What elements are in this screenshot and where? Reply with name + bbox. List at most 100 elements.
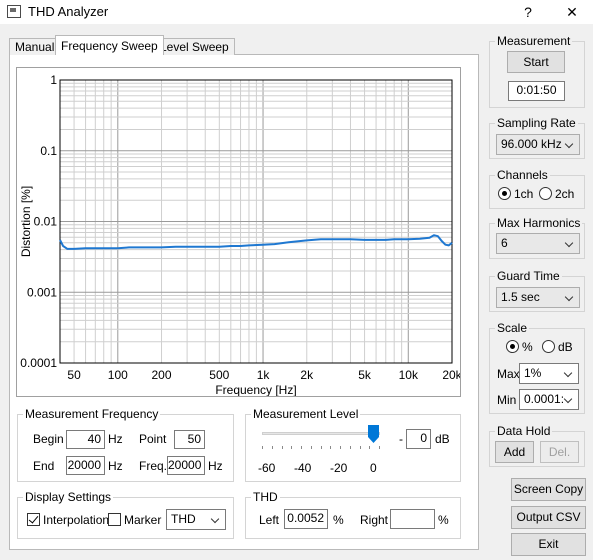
x-tick-label: 500 bbox=[209, 368, 229, 382]
slider-label-minus40: -40 bbox=[294, 461, 312, 475]
max-harmonics-title: Max Harmonics bbox=[495, 216, 583, 230]
measurement-frequency-title: Measurement Frequency bbox=[23, 407, 161, 421]
begin-unit: Hz bbox=[108, 432, 123, 446]
sampling-rate-title: Sampling Rate bbox=[495, 116, 578, 130]
freq-label: Freq. bbox=[139, 459, 168, 473]
scale-min-label: Min bbox=[497, 393, 517, 407]
level-unit: dB bbox=[435, 432, 450, 446]
y-tick-label: 1 bbox=[50, 73, 57, 87]
thd-title: THD bbox=[251, 490, 280, 504]
scale-min-select[interactable]: 0.0001: bbox=[519, 389, 579, 410]
end-input[interactable]: 20000 bbox=[66, 456, 105, 475]
marker-label: Marker bbox=[124, 513, 162, 527]
scale-min-value: 0.0001: bbox=[524, 392, 565, 406]
scale-max-select[interactable]: 1% bbox=[519, 363, 579, 384]
channel-1ch-radio[interactable] bbox=[498, 187, 511, 200]
max-harmonics-select[interactable]: 6 bbox=[496, 233, 580, 254]
x-tick-label: 20k bbox=[442, 368, 460, 382]
slider-tick bbox=[271, 446, 273, 449]
interpolation-checkbox[interactable] bbox=[27, 513, 40, 526]
sampling-rate-select[interactable]: 96.000 kHz bbox=[496, 134, 580, 155]
tab-frequency-sweep[interactable]: Frequency Sweep bbox=[55, 35, 164, 55]
help-button[interactable]: ? bbox=[506, 1, 550, 23]
add-button[interactable]: Add bbox=[495, 441, 534, 463]
x-tick-label: 1k bbox=[257, 368, 271, 382]
x-tick-label: 2k bbox=[300, 368, 314, 382]
slider-tick bbox=[281, 446, 283, 449]
channel-2ch-radio[interactable] bbox=[539, 187, 552, 200]
slider-tick bbox=[301, 446, 302, 449]
distortion-chart: 50 100 200 500 1k 2k 5k 10k 20k 1 0.1 0.01 0.001 0.00… bbox=[19, 73, 463, 397]
x-tick-label: 200 bbox=[152, 368, 172, 382]
measurement-title: Measurement bbox=[495, 34, 573, 48]
window-title: THD Analyzer bbox=[28, 4, 109, 19]
data-hold-title: Data Hold bbox=[495, 424, 553, 438]
freq-input[interactable]: 20000 bbox=[167, 456, 205, 475]
chevron-down-icon bbox=[566, 288, 575, 307]
close-button[interactable]: ✕ bbox=[550, 1, 593, 23]
scale-db-label: dB bbox=[558, 340, 573, 354]
level-prefix: - bbox=[399, 432, 403, 446]
freq-unit: Hz bbox=[208, 459, 223, 473]
scale-db-radio[interactable] bbox=[542, 340, 555, 353]
guard-time-value: 1.5 sec bbox=[501, 290, 540, 304]
channels-title: Channels bbox=[495, 168, 550, 182]
slider-tick bbox=[340, 446, 341, 449]
slider-tick bbox=[359, 446, 361, 449]
slider-tick bbox=[369, 446, 371, 449]
guard-time-title: Guard Time bbox=[495, 269, 562, 283]
point-label: Point bbox=[139, 432, 167, 446]
marker-checkbox[interactable] bbox=[108, 513, 121, 526]
thd-right-unit: % bbox=[438, 513, 449, 527]
slider-tick bbox=[320, 446, 322, 449]
thd-right-label: Right bbox=[360, 513, 389, 527]
tab-level-sweep[interactable]: Level Sweep bbox=[154, 38, 235, 55]
slider-label-minus20: -20 bbox=[330, 461, 348, 475]
delete-button[interactable]: Del. bbox=[540, 441, 579, 463]
slider-label-minus60: -60 bbox=[258, 461, 276, 475]
x-tick-label: 50 bbox=[67, 368, 81, 382]
display-channel-select[interactable]: THD bbox=[166, 509, 226, 530]
scale-percent-radio[interactable] bbox=[506, 340, 519, 353]
thd-left-unit: % bbox=[333, 513, 344, 527]
guard-time-select[interactable]: 1.5 sec bbox=[496, 287, 580, 308]
exit-button[interactable]: Exit bbox=[511, 533, 586, 556]
scale-title: Scale bbox=[495, 321, 530, 335]
begin-input[interactable]: 40 bbox=[66, 430, 105, 449]
end-unit: Hz bbox=[108, 459, 123, 473]
slider-tick bbox=[330, 446, 332, 449]
slider-tick bbox=[291, 446, 293, 449]
chevron-down-icon bbox=[212, 510, 221, 529]
level-slider-thumb[interactable] bbox=[368, 425, 379, 443]
display-settings-title: Display Settings bbox=[23, 490, 114, 504]
y-tick-label: 0.1 bbox=[40, 144, 57, 158]
start-button[interactable]: Start bbox=[507, 51, 565, 73]
interpolation-label: Interpolation bbox=[43, 513, 110, 527]
scale-max-label: Max bbox=[497, 367, 520, 381]
chart-frame: 50 100 200 500 1k 2k 5k 10k 20k 1 0.1 0.01 0.001 0.00… bbox=[16, 67, 463, 397]
slider-tick bbox=[310, 446, 312, 449]
output-csv-button[interactable]: Output CSV bbox=[511, 506, 586, 529]
level-input[interactable]: 0 bbox=[406, 429, 431, 449]
slider-tick bbox=[349, 446, 351, 449]
chevron-down-icon bbox=[565, 390, 574, 409]
measurement-level-title: Measurement Level bbox=[251, 407, 361, 421]
chevron-down-icon bbox=[566, 234, 575, 253]
slider-tick bbox=[379, 446, 380, 449]
level-slider-track[interactable] bbox=[262, 432, 380, 435]
sampling-rate-value: 96.000 kHz bbox=[501, 137, 562, 151]
thd-left-value: 0.0052 bbox=[284, 509, 328, 529]
max-harmonics-value: 6 bbox=[501, 236, 508, 250]
begin-label: Begin bbox=[33, 432, 64, 446]
tab-manual[interactable]: Manual bbox=[9, 38, 61, 55]
end-label: End bbox=[33, 459, 55, 473]
chevron-down-icon bbox=[566, 135, 575, 154]
x-axis-label: Frequency [Hz] bbox=[215, 383, 296, 396]
thd-left-label: Left bbox=[259, 513, 280, 527]
y-tick-label: 0.001 bbox=[27, 285, 57, 299]
slider-label-0: 0 bbox=[370, 461, 377, 475]
level-slider-ticks bbox=[262, 446, 380, 452]
point-input[interactable]: 50 bbox=[174, 430, 205, 449]
screen-copy-button[interactable]: Screen Copy bbox=[511, 478, 586, 501]
x-tick-label: 10k bbox=[399, 368, 419, 382]
